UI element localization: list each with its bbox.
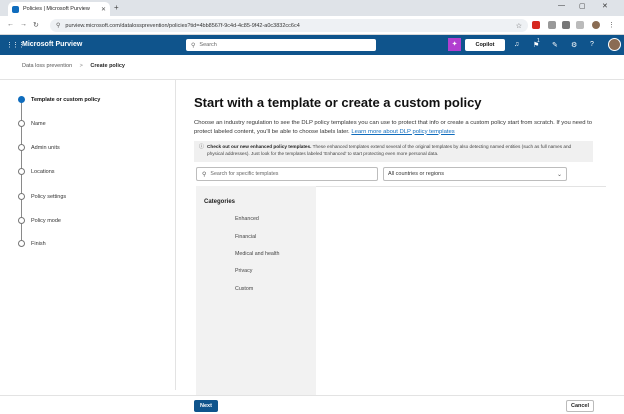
minimize-button[interactable]: — xyxy=(558,2,565,9)
page-title: Start with a template or create a custom… xyxy=(194,95,482,110)
purview-favicon-icon xyxy=(12,5,19,13)
step-indicator-icon xyxy=(18,168,25,175)
wizard-divider xyxy=(175,80,176,390)
wizard-step-admin-units[interactable]: Admin units xyxy=(18,144,60,151)
wizard-step-label: Admin units xyxy=(31,144,60,151)
puzzle-extensions-icon[interactable] xyxy=(576,21,584,29)
close-window-button[interactable]: ✕ xyxy=(602,2,608,10)
copilot-label: Copilot xyxy=(475,42,495,48)
global-search-input[interactable]: ⚲ Search xyxy=(186,39,376,51)
search-icon: ⚲ xyxy=(191,42,196,49)
category-financial[interactable]: Financial xyxy=(235,234,256,240)
breadcrumb-separator: > xyxy=(79,63,83,69)
step-indicator-icon xyxy=(18,96,25,103)
template-search-placeholder: Search for specific templates xyxy=(210,171,279,177)
help-icon[interactable]: ? xyxy=(590,41,594,48)
reload-icon[interactable]: ↻ xyxy=(33,21,39,29)
user-avatar[interactable] xyxy=(608,38,621,51)
info-banner: ⓘ Check out our new enhanced policy temp… xyxy=(194,141,593,162)
wizard-step-finish[interactable]: Finish xyxy=(18,240,46,247)
breadcrumb-item-dlp[interactable]: Data loss prevention xyxy=(22,63,72,69)
step-indicator-icon xyxy=(18,144,25,151)
notification-badge: 1 xyxy=(537,38,540,44)
breadcrumb-divider xyxy=(0,79,624,80)
forward-icon[interactable]: → xyxy=(20,21,27,28)
info-banner-heading: Check out our new enhanced policy templa… xyxy=(207,144,312,149)
search-icon: ⚲ xyxy=(202,171,207,178)
pdf-extension-icon[interactable] xyxy=(532,21,540,29)
profile-avatar-icon[interactable] xyxy=(592,21,600,29)
new-tab-button[interactable]: + xyxy=(114,3,119,12)
wizard-step-label: Name xyxy=(31,120,46,127)
app-name[interactable]: Microsoft Purview xyxy=(22,41,82,48)
browser-toolbar: ← → ↻ ⚲ purview.microsoft.com/datalosspr… xyxy=(0,16,624,35)
chevron-down-icon: ⌄ xyxy=(556,171,562,178)
cancel-button[interactable]: Cancel xyxy=(566,400,594,412)
info-icon: ⓘ xyxy=(199,144,205,150)
address-bar[interactable]: ⚲ purview.microsoft.com/datalosspreventi… xyxy=(50,19,528,32)
breadcrumb-item-create-policy: Create policy xyxy=(90,63,125,69)
page-description: Choose an industry regulation to see the… xyxy=(194,119,599,136)
notifications-bell-icon[interactable]: ♫ xyxy=(514,41,519,48)
region-dropdown[interactable]: All countries or regions ⌄ xyxy=(383,167,567,181)
url-text: purview.microsoft.com/datalossprevention… xyxy=(65,22,300,29)
breadcrumb: Data loss prevention > Create policy xyxy=(22,63,125,69)
templates-area-divider xyxy=(316,186,606,187)
app-header: ⋮⋮⋮ Microsoft Purview ⚲ Search ✦ Copilot… xyxy=(0,35,624,55)
step-indicator-icon xyxy=(18,240,25,247)
wizard-step-label: Locations xyxy=(31,168,55,175)
step-indicator-icon xyxy=(18,193,25,200)
maximize-button[interactable]: ▢ xyxy=(579,2,586,10)
extension-icon[interactable] xyxy=(548,21,556,29)
browser-tab[interactable]: Policies | Microsoft Purview ✕ xyxy=(8,2,110,16)
browser-menu-icon[interactable]: ⋮ xyxy=(608,21,615,29)
back-icon[interactable]: ← xyxy=(7,21,14,28)
wizard-step-label: Finish xyxy=(31,240,46,247)
browser-tab-title: Policies | Microsoft Purview xyxy=(23,6,90,12)
wizard-step-template[interactable]: Template or custom policy xyxy=(18,96,100,103)
copilot-button[interactable]: Copilot xyxy=(465,39,505,51)
template-search-input[interactable]: ⚲ Search for specific templates xyxy=(196,167,378,181)
wizard-step-name[interactable]: Name xyxy=(18,120,46,127)
category-enhanced[interactable]: Enhanced xyxy=(235,216,259,222)
category-custom[interactable]: Custom xyxy=(235,286,253,292)
step-indicator-icon xyxy=(18,217,25,224)
step-indicator-icon xyxy=(18,120,25,127)
copilot-brand-icon[interactable]: ✦ xyxy=(448,38,461,51)
wizard-step-label: Policy settings xyxy=(31,193,67,200)
close-tab-icon[interactable]: ✕ xyxy=(101,6,106,13)
global-search-placeholder: Search xyxy=(199,42,217,48)
wizard-step-label: Policy mode xyxy=(31,217,61,224)
wizard-step-policy-settings[interactable]: Policy settings xyxy=(18,193,66,200)
browser-tabstrip: Policies | Microsoft Purview ✕ + — ▢ ✕ xyxy=(0,0,624,16)
category-privacy[interactable]: Privacy xyxy=(235,268,252,274)
settings-gear-icon[interactable]: ⚙ xyxy=(571,41,577,49)
extension-icon[interactable] xyxy=(562,21,570,29)
region-dropdown-value: All countries or regions xyxy=(388,171,444,177)
feedback-icon[interactable]: ✎ xyxy=(552,41,558,49)
categories-heading: Categories xyxy=(204,199,236,205)
site-info-icon[interactable]: ⚲ xyxy=(56,22,60,29)
page-content: Data loss prevention > Create policy Tem… xyxy=(0,55,624,414)
bookmark-star-icon[interactable]: ☆ xyxy=(516,22,522,30)
category-medical-and-health[interactable]: Medical and health xyxy=(235,251,279,257)
wizard-step-label: Template or custom policy xyxy=(31,96,101,103)
next-button[interactable]: Next xyxy=(194,400,218,412)
wizard-footer: Next Cancel xyxy=(0,395,624,414)
wizard-step-locations[interactable]: Locations xyxy=(18,168,55,175)
wizard-step-policy-mode[interactable]: Policy mode xyxy=(18,217,61,224)
learn-more-link[interactable]: Learn more about DLP policy templates xyxy=(351,129,454,135)
